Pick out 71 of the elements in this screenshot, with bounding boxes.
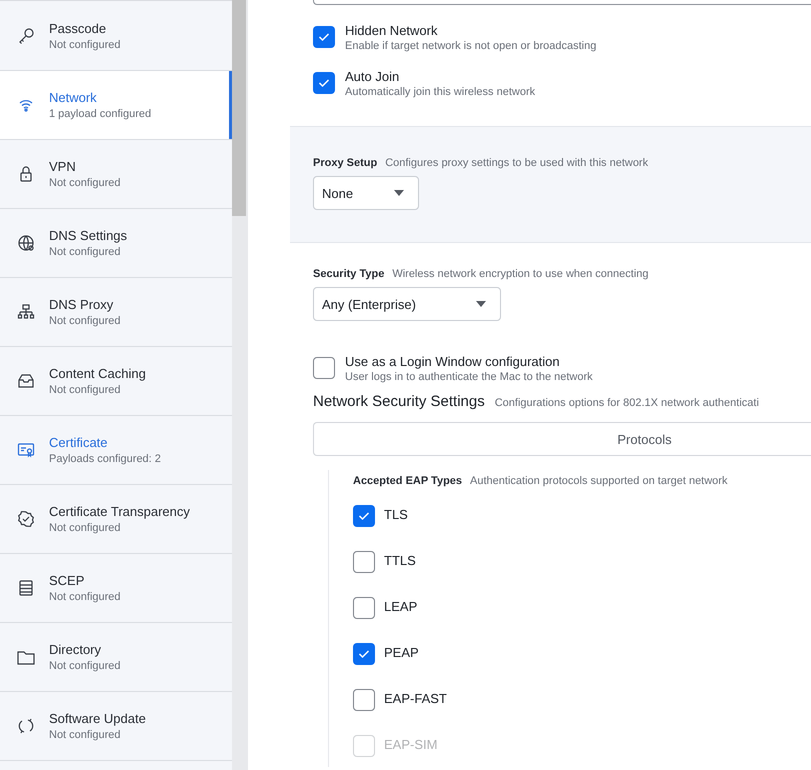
item-title: Certificate xyxy=(49,435,109,450)
checkbox-label: PEAP xyxy=(384,644,419,660)
checkbox-label: TLS xyxy=(384,506,408,522)
checkmark-icon xyxy=(358,648,370,658)
item-title: Certificate Transparency xyxy=(49,504,190,519)
item-title: VPN xyxy=(49,159,77,174)
badge-icon xyxy=(17,510,35,528)
option-description: Enable if target network is not open or broadcasting xyxy=(345,40,596,52)
checkbox-label: TTLS xyxy=(384,552,416,568)
item-status: Payloads configured: 2 xyxy=(49,453,161,465)
proxy-dropdown[interactable]: None xyxy=(313,176,419,210)
checkmark-icon xyxy=(318,32,330,42)
item-title: DNS Settings xyxy=(49,228,128,243)
checkbox[interactable] xyxy=(353,596,375,618)
checkbox[interactable] xyxy=(313,357,335,379)
input-field[interactable] xyxy=(313,0,811,5)
item-status: Not configured xyxy=(49,315,121,327)
item-title: Network xyxy=(49,90,98,105)
item-title: Software Update xyxy=(49,711,146,726)
item-status: Not configured xyxy=(49,660,121,672)
option-description: Automatically join this wireless network xyxy=(345,86,536,98)
checkmark-icon xyxy=(318,78,330,88)
item-status: Not configured xyxy=(49,39,121,51)
checkbox-label: EAP-FAST xyxy=(384,690,447,706)
hierarchy-icon xyxy=(17,303,35,321)
security-dropdown[interactable]: Any (Enterprise) xyxy=(313,287,501,321)
list-icon xyxy=(17,579,35,597)
item-title: Directory xyxy=(49,642,102,657)
checkmark-icon xyxy=(358,510,370,520)
globe-icon xyxy=(17,234,35,252)
item-status: Not configured xyxy=(49,591,121,603)
field-label: Security Type xyxy=(313,268,384,280)
field-label: Accepted EAP Types xyxy=(353,475,462,487)
option-label: Auto Join xyxy=(345,69,400,84)
item-title: DNS Proxy xyxy=(49,297,114,312)
item-title: SCEP xyxy=(49,573,86,588)
key-icon xyxy=(17,27,35,45)
item-status: Not configured xyxy=(49,246,122,258)
field-description: Authentication protocols supported on target network xyxy=(470,475,728,487)
item-title: Passcode xyxy=(49,21,108,36)
certificate-icon xyxy=(17,441,35,459)
item-status: Not configured xyxy=(49,177,121,189)
scrollbar-thumb[interactable] xyxy=(232,0,246,216)
section-title: Network Security Settings xyxy=(313,393,485,410)
caret-icon xyxy=(476,301,486,307)
section-description: Configurations options for 802.1X network authenticati xyxy=(494,397,759,409)
item-status: 1 payload configured xyxy=(49,108,152,120)
item-status: Not configured xyxy=(49,729,122,741)
field-description: Wireless network encryption to use when connecting xyxy=(392,268,649,280)
item-status: Not configured xyxy=(49,384,122,396)
checkbox[interactable] xyxy=(313,26,335,48)
sync-icon xyxy=(17,717,35,735)
checkbox-label: EAP-SIM xyxy=(384,736,438,752)
tray-icon xyxy=(17,372,35,390)
sidebar-item[interactable]: Network 1 payload configured xyxy=(0,71,232,140)
item-title: Content Caching xyxy=(49,366,146,381)
checkbox[interactable] xyxy=(313,72,335,94)
caret-icon xyxy=(394,190,404,196)
option-description: User logs in to authenticate the Mac to the network xyxy=(345,371,593,383)
protocols-tab[interactable]: Protocols xyxy=(313,422,811,456)
item-status: Not configured xyxy=(49,522,122,534)
checkbox[interactable] xyxy=(353,550,375,572)
option-label: Use as a Login Window configuration xyxy=(345,354,561,369)
scrollbar[interactable] xyxy=(232,0,248,770)
option-label: Hidden Network xyxy=(345,23,438,38)
field-description: Configures proxy settings to be used with this network xyxy=(385,157,648,169)
checkbox[interactable] xyxy=(353,688,375,710)
checkbox[interactable] xyxy=(353,504,375,526)
checkbox-label: LEAP xyxy=(384,598,418,614)
checkbox[interactable] xyxy=(353,642,375,664)
field-label: Proxy Setup xyxy=(313,157,378,169)
